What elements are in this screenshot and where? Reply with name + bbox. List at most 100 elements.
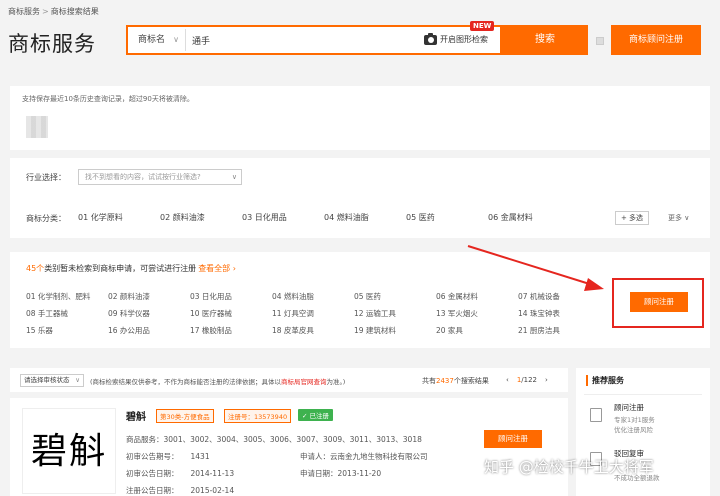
suggest-text: 类别暂未检索到商标申请，可尝试进行注册 bbox=[44, 264, 197, 273]
suggest-item[interactable]: 17 橡胶制品 bbox=[190, 325, 272, 336]
view-all-link[interactable]: 查看全部 › bbox=[198, 264, 236, 273]
camera-icon bbox=[424, 33, 437, 45]
suggest-panel: 45个类别暂未检索到商标申请，可尝试进行注册 查看全部 › 01 化学制剂、肥料 … bbox=[10, 252, 710, 348]
recommend-item-desc: 专家1对1服务 bbox=[614, 416, 655, 424]
services-label: 商品服务： bbox=[126, 435, 164, 444]
suggest-heading: 45个类别暂未检索到商标申请，可尝试进行注册 查看全部 › bbox=[26, 263, 236, 274]
suggest-item[interactable]: 10 医疗器械 bbox=[190, 308, 272, 319]
recommend-title: 推荐服务 bbox=[586, 375, 624, 386]
suggest-item[interactable]: 12 运输工具 bbox=[354, 308, 436, 319]
document-icon bbox=[590, 408, 602, 422]
checkbox[interactable] bbox=[596, 37, 604, 45]
suggest-item[interactable]: 07 机械设备 bbox=[518, 291, 600, 302]
results-disclaimer: (商标检索结果仅供参考，不作为商标能否注册的法律依据；具体以商标局官网查询为准。… bbox=[90, 376, 345, 386]
prelim-date-row: 初审公告日期： 2014-11-13 bbox=[126, 468, 234, 479]
suggest-item[interactable]: 06 金属材料 bbox=[436, 291, 518, 302]
count-prefix: 共有 bbox=[422, 377, 436, 385]
chevron-down-icon: ∨ bbox=[173, 35, 179, 44]
disclaimer-suffix: 为准。) bbox=[326, 378, 346, 386]
prelim-no-row: 初审公告期号： 1431 bbox=[126, 451, 210, 462]
category-label: 商标分类： bbox=[26, 214, 66, 223]
search-type-label: 商标名 bbox=[138, 35, 166, 45]
category-item[interactable]: 04 燃料油脂 bbox=[324, 212, 406, 223]
reg-date-value: 2015-02-14 bbox=[190, 486, 235, 495]
applicant-row: 申请人：云南金九地生物科技有限公司 bbox=[300, 451, 428, 462]
reg-date-label: 注册公告日期： bbox=[126, 486, 179, 495]
prelim-date-label: 初审公告日期： bbox=[126, 469, 179, 478]
disclaimer-prefix: (商标检索结果仅供参考，不作为商标能否注册的法律依据；具体以 bbox=[90, 378, 282, 386]
suggest-item[interactable]: 16 办公用品 bbox=[108, 325, 190, 336]
prelim-date-value: 2014-11-13 bbox=[190, 469, 235, 478]
trademark-image[interactable]: 碧斛 bbox=[22, 408, 116, 494]
breadcrumb: 商标服务 > 商标搜索结果 bbox=[8, 7, 99, 16]
category-item[interactable]: 06 金属材料 bbox=[488, 212, 570, 223]
official-site-link[interactable]: 商标局官网查询 bbox=[281, 378, 327, 386]
search-input[interactable] bbox=[192, 31, 412, 49]
card-consult-button[interactable]: 顾问注册 bbox=[484, 430, 542, 448]
category-item[interactable]: 01 化学原料 bbox=[78, 212, 160, 223]
reg-date-row: 注册公告日期： 2015-02-14 bbox=[126, 485, 234, 496]
prev-page-icon[interactable]: ‹ bbox=[506, 376, 509, 384]
recommend-item-name[interactable]: 顾问注册 bbox=[614, 402, 644, 413]
status-badge: ✓ 已注册 bbox=[298, 409, 334, 421]
prelim-no-value: 1431 bbox=[190, 452, 210, 461]
search-button[interactable]: 搜索 bbox=[502, 25, 588, 55]
next-page-icon[interactable]: › bbox=[545, 376, 548, 384]
suggest-item[interactable]: 02 颜料油漆 bbox=[108, 291, 190, 302]
industry-select[interactable]: 找不到想看的内容，试试按行业筛选? ∨ bbox=[78, 169, 242, 185]
services-row: 商品服务：3001、3002、3004、3005、3006、3007、3009、… bbox=[126, 434, 422, 445]
applicant-label: 申请人： bbox=[300, 452, 330, 461]
suggest-item[interactable]: 13 军火烟火 bbox=[436, 308, 518, 319]
suggest-item[interactable]: 11 灯具空调 bbox=[272, 308, 354, 319]
suggest-item[interactable]: 19 建筑材料 bbox=[354, 325, 436, 336]
class-tag: 第30类-方便食品 bbox=[156, 409, 214, 423]
applicant-value: 云南金九地生物科技有限公司 bbox=[330, 452, 428, 461]
page-total: /122 bbox=[521, 376, 538, 384]
category-list: 01 化学原料 02 颜料油漆 03 日化用品 04 燃料油脂 05 医药 06… bbox=[78, 212, 570, 223]
suggest-item[interactable]: 04 燃料油脂 bbox=[272, 291, 354, 302]
suggest-item[interactable]: 01 化学制剂、肥料 bbox=[26, 291, 108, 302]
suggest-item[interactable]: 09 科学仪器 bbox=[108, 308, 190, 319]
consult-register-button[interactable]: 商标顾问注册 bbox=[611, 25, 701, 55]
results-toolbar: 请选择审核状态 ∨ (商标检索结果仅供参考，不作为商标能否注册的法律依据；具体以… bbox=[10, 368, 568, 392]
page-title: 商标服务 bbox=[8, 32, 96, 56]
divider bbox=[584, 394, 702, 395]
reg-number-tag: 注册号：13573940 bbox=[224, 409, 292, 423]
suggest-item[interactable]: 18 皮革皮具 bbox=[272, 325, 354, 336]
suggest-item[interactable]: 03 日化用品 bbox=[190, 291, 272, 302]
breadcrumb-home[interactable]: 商标服务 bbox=[8, 7, 40, 16]
prelim-no-label: 初审公告期号： bbox=[126, 452, 179, 461]
suggest-item[interactable]: 08 手工器械 bbox=[26, 308, 108, 319]
search-type-select[interactable]: 商标名 ∨ bbox=[130, 29, 186, 51]
suggest-item[interactable]: 05 医药 bbox=[354, 291, 436, 302]
suggest-item[interactable]: 14 珠宝钟表 bbox=[518, 308, 600, 319]
history-note: 支持保存最近10条历史查询记录，超过90天将被清除。 bbox=[22, 95, 194, 103]
breadcrumb-current: 商标搜索结果 bbox=[50, 7, 99, 16]
more-button[interactable]: 更多 ∨ bbox=[668, 213, 689, 223]
new-badge: NEW bbox=[470, 21, 495, 31]
apply-date-row: 申请日期：2013-11-20 bbox=[300, 468, 381, 479]
status-select-label: 请选择审核状态 bbox=[24, 376, 70, 384]
suggest-item[interactable]: 21 厨房洁具 bbox=[518, 325, 600, 336]
category-item[interactable]: 02 颜料油漆 bbox=[160, 212, 242, 223]
category-item[interactable]: 03 日化用品 bbox=[242, 212, 324, 223]
suggest-item[interactable]: 15 乐器 bbox=[26, 325, 108, 336]
blurred-history-item[interactable] bbox=[26, 116, 48, 138]
industry-label: 行业选择： bbox=[26, 173, 66, 182]
count-suffix: 个搜索结果 bbox=[453, 377, 489, 385]
suggest-consult-button[interactable]: 顾问注册 bbox=[630, 292, 688, 312]
apply-date-value: 2013-11-20 bbox=[337, 469, 382, 478]
search-box: 商标名 ∨ 开启图形检索 bbox=[126, 25, 502, 55]
suggest-item[interactable]: 20 家具 bbox=[436, 325, 518, 336]
trademark-name[interactable]: 碧斛 bbox=[126, 408, 146, 423]
status-select[interactable]: 请选择审核状态 ∨ bbox=[20, 374, 84, 387]
category-item[interactable]: 05 医药 bbox=[406, 212, 488, 223]
pager: ‹ 1/122 › bbox=[506, 376, 548, 384]
filter-panel: 行业选择： 找不到想看的内容，试试按行业筛选? ∨ 商标分类： 01 化学原料 … bbox=[10, 158, 710, 238]
suggest-count: 45个 bbox=[26, 264, 45, 273]
image-search-label: 开启图形检索 bbox=[440, 35, 488, 44]
results-count: 共有2437个搜索结果 bbox=[422, 376, 489, 386]
multi-select-button[interactable]: + 多选 bbox=[615, 211, 649, 225]
image-search-button[interactable]: 开启图形检索 bbox=[424, 29, 488, 51]
result-card[interactable]: 碧斛 碧斛 第30类-方便食品 注册号：13573940 ✓ 已注册 商品服务：… bbox=[10, 398, 568, 496]
